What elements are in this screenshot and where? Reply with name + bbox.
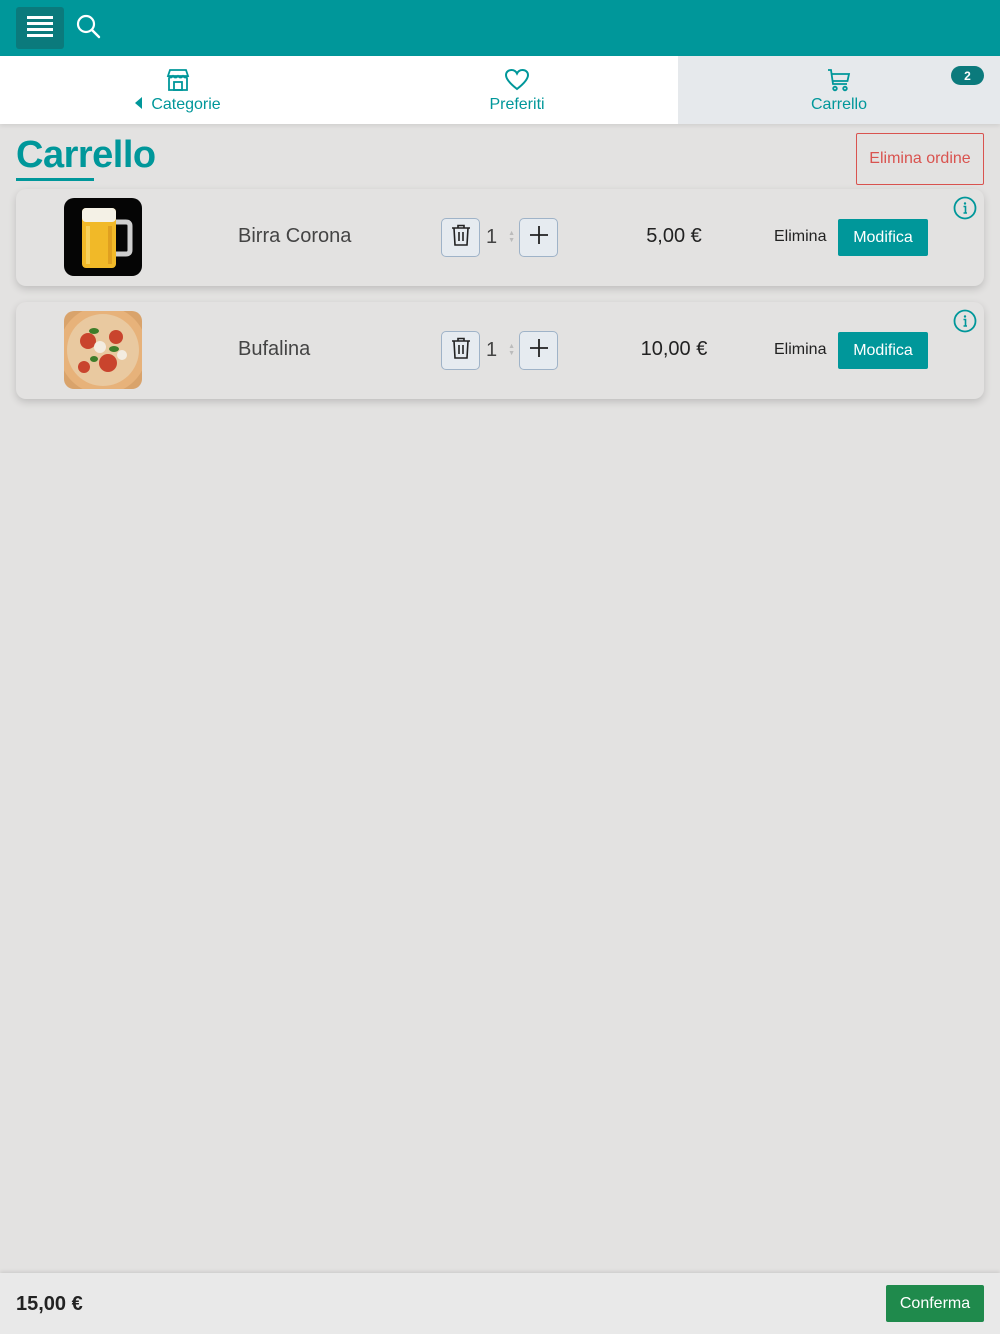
back-arrow-icon [135, 96, 143, 114]
edit-item-button[interactable]: Modifica [838, 332, 928, 369]
title-underline [16, 178, 94, 181]
info-icon[interactable] [953, 309, 977, 333]
quantity-value: 1 [486, 226, 498, 248]
tab-carrello[interactable]: Carrello 2 [678, 56, 1000, 124]
search-button[interactable] [72, 12, 104, 44]
spinner-arrows-icon: ▲ ▼ [508, 343, 515, 357]
plus-icon [528, 337, 550, 364]
delete-item-link[interactable]: Elimina [774, 341, 826, 359]
quantity-value: 1 [486, 339, 498, 361]
product-price: 10,00 € [640, 338, 708, 360]
remove-button[interactable] [441, 331, 480, 370]
confirm-button[interactable]: Conferma [886, 1285, 984, 1322]
delete-item-link[interactable]: Elimina [774, 228, 826, 246]
menu-button[interactable] [16, 7, 64, 49]
hamburger-icon [27, 15, 53, 42]
trash-icon [451, 224, 471, 251]
tab-label: Categorie [151, 96, 221, 113]
tab-preferiti[interactable]: Preferiti [356, 56, 678, 124]
store-icon [165, 66, 191, 94]
increase-button[interactable] [519, 218, 558, 257]
product-name: Birra Corona [238, 225, 352, 247]
quantity-stepper: 1 ▲ ▼ [441, 331, 558, 370]
cart-icon [826, 66, 852, 94]
pizza-image [64, 311, 142, 389]
quantity-input[interactable]: 1 ▲ ▼ [480, 218, 519, 257]
tab-label: Preferiti [489, 96, 545, 113]
cart-item: Birra Corona 1 ▲ ▼ 5,00 € Elimina Modific… [16, 189, 984, 286]
tab-categorie[interactable]: Categorie [0, 56, 356, 124]
cart-count-badge: 2 [951, 66, 984, 85]
spinner-arrows-icon: ▲ ▼ [508, 230, 515, 244]
quantity-stepper: 1 ▲ ▼ [441, 218, 558, 257]
trash-icon [451, 337, 471, 364]
order-total: 15,00 € [16, 1293, 83, 1315]
page-title: Carrello [16, 134, 156, 176]
info-icon[interactable] [953, 196, 977, 220]
beer-mug-image [64, 198, 142, 276]
heart-icon [504, 66, 530, 94]
product-name: Bufalina [238, 338, 311, 360]
plus-icon [528, 224, 550, 251]
quantity-input[interactable]: 1 ▲ ▼ [480, 331, 519, 370]
footer-bar: 15,00 € Conferma [0, 1273, 1000, 1334]
search-icon [75, 13, 101, 44]
tab-label: Carrello [810, 96, 867, 113]
remove-button[interactable] [441, 218, 480, 257]
tab-bar: Categorie Preferiti Carrello 2 [0, 56, 1000, 124]
cart-item: Bufalina 1 ▲ ▼ 10,00 € Elimina Modifica [16, 302, 984, 399]
top-bar [0, 0, 1000, 56]
delete-order-button[interactable]: Elimina ordine [856, 133, 984, 185]
product-price: 5,00 € [646, 225, 702, 247]
increase-button[interactable] [519, 331, 558, 370]
edit-item-button[interactable]: Modifica [838, 219, 928, 256]
